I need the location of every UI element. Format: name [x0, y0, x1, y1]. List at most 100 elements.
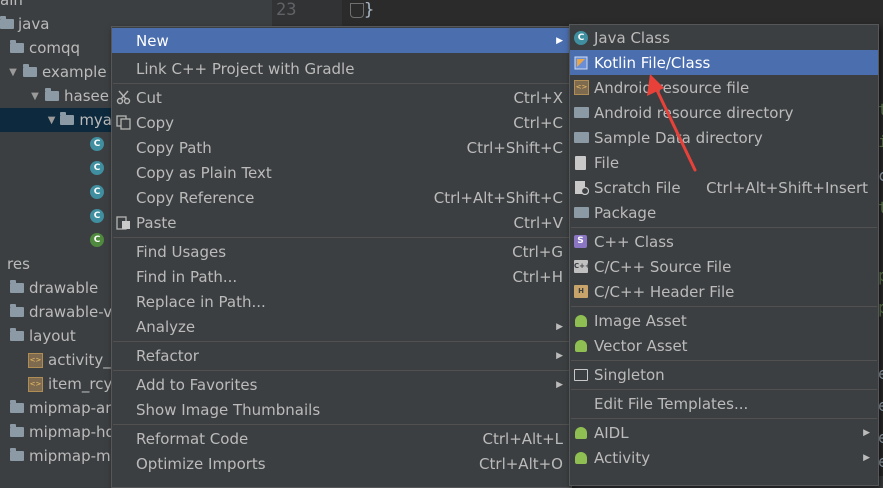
tree-item-mipmap-anydpi[interactable]: mipmap-an	[10, 396, 115, 420]
chevron-down-icon[interactable]: ▼	[28, 91, 42, 102]
menu-item-cpp-class[interactable]: S C++ Class	[570, 229, 878, 254]
kotlin-file-icon	[574, 56, 588, 69]
tree-item-hasee[interactable]: ▼ hasee	[28, 84, 109, 108]
folder-icon	[0, 16, 14, 29]
menu-item-aidl[interactable]: AIDL ▶	[570, 420, 878, 445]
tree-item-res[interactable]: res	[0, 252, 30, 276]
menu-item-label: Show Image Thumbnails	[136, 400, 321, 419]
menu-item-label: Android resource file	[594, 78, 750, 97]
tree-item-mipmap-mdpi[interactable]: mipmap-mo	[10, 444, 120, 468]
menu-item-android-resource-file[interactable]: <> Android resource file	[570, 75, 878, 100]
tree-file-row[interactable]: C	[90, 228, 112, 252]
menu-item-kotlin-file-class[interactable]: Kotlin File/Class	[570, 50, 878, 75]
menu-item-optimize-imports[interactable]: Optimize Imports Ctrl+Alt+O	[112, 451, 571, 476]
menu-item-reformat-code[interactable]: Reformat Code Ctrl+Alt+L	[112, 426, 571, 451]
tree-file-row[interactable]: C	[90, 180, 112, 204]
menu-item-label: Cut	[136, 88, 162, 107]
menu-item-show-image-thumbnails[interactable]: Show Image Thumbnails	[112, 397, 571, 422]
tree-item-main[interactable]: ain	[0, 0, 23, 12]
menu-item-singleton[interactable]: Singleton	[570, 362, 878, 387]
menu-item-label: AIDL	[594, 423, 629, 442]
tree-item-mya-selected[interactable]: ▼ mya	[0, 108, 112, 132]
folder-icon	[10, 280, 24, 293]
tree-item-layout[interactable]: layout	[10, 324, 76, 348]
shortcut-label: Ctrl+Alt+Shift+Insert	[706, 178, 868, 197]
menu-separator	[113, 341, 570, 342]
tree-file-activity-layout[interactable]: <> activity_r	[28, 348, 117, 372]
menu-item-copy[interactable]: Copy Ctrl+C	[112, 110, 571, 135]
class-icon: C	[90, 185, 104, 199]
menu-separator	[113, 370, 570, 371]
menu-item-copy-path[interactable]: Copy Path Ctrl+Shift+C	[112, 135, 571, 160]
line-number: 23	[276, 0, 297, 20]
tree-file-row[interactable]: C	[90, 132, 112, 156]
tree-item-comqq[interactable]: comqq	[10, 36, 80, 60]
folder-icon	[10, 40, 24, 53]
menu-item-vector-asset[interactable]: Vector Asset	[570, 333, 878, 358]
shortcut-label: Ctrl+Alt+Shift+C	[433, 188, 563, 207]
fold-marker-icon[interactable]	[350, 3, 364, 18]
tree-item-label: drawable	[29, 279, 99, 297]
tree-item-label: java	[18, 15, 50, 33]
submenu-arrow-icon: ▶	[556, 35, 563, 46]
menu-item-label: C/C++ Header File	[594, 282, 735, 301]
menu-item-java-class[interactable]: C Java Class	[570, 25, 878, 50]
tree-item-drawable[interactable]: drawable	[10, 276, 98, 300]
class-icon: C	[90, 209, 104, 223]
menu-item-sample-data-directory[interactable]: Sample Data directory	[570, 125, 878, 150]
android-icon	[575, 451, 587, 464]
menu-item-label: C++ Class	[594, 232, 674, 251]
cpp-source-icon: C++	[574, 260, 591, 273]
menu-item-link-cpp[interactable]: Link C++ Project with Gradle	[112, 56, 571, 81]
shortcut-label: Ctrl+C	[513, 113, 563, 132]
tree-item-label: example	[42, 63, 107, 81]
menu-item-edit-file-templates[interactable]: Edit File Templates...	[570, 391, 878, 416]
tree-file-row[interactable]: C	[90, 204, 112, 228]
shortcut-label: Ctrl+Alt+O	[479, 454, 563, 473]
menu-item-cpp-header-file[interactable]: H C/C++ Header File	[570, 279, 878, 304]
folder-icon	[574, 107, 589, 118]
menu-item-image-asset[interactable]: Image Asset	[570, 308, 878, 333]
menu-item-cpp-source-file[interactable]: C++ C/C++ Source File	[570, 254, 878, 279]
menu-item-activity[interactable]: Activity ▶	[570, 445, 878, 470]
cpp-class-icon: S	[574, 235, 587, 248]
menu-item-analyze[interactable]: Analyze ▶	[112, 314, 571, 339]
menu-item-find-usages[interactable]: Find Usages Ctrl+G	[112, 239, 571, 264]
tree-file-item-layout[interactable]: <> item_rcy	[28, 372, 112, 396]
folder-icon	[60, 112, 75, 125]
menu-item-new[interactable]: New ▶	[112, 28, 571, 53]
tree-item-java[interactable]: java	[0, 12, 49, 36]
menu-item-replace-in-path[interactable]: Replace in Path...	[112, 289, 571, 314]
scratch-file-icon	[575, 181, 589, 195]
tree-item-example[interactable]: ▼ example	[6, 60, 107, 84]
menu-item-file[interactable]: File	[570, 150, 878, 175]
menu-item-cut[interactable]: Cut Ctrl+X	[112, 85, 571, 110]
folder-icon	[574, 132, 589, 143]
menu-item-label: Find in Path...	[136, 267, 238, 286]
menu-item-label: File	[594, 153, 620, 172]
tree-item-label: mipmap-an	[29, 399, 115, 417]
menu-item-label: Kotlin File/Class	[594, 53, 711, 72]
tree-item-label: item_rcy	[48, 375, 113, 393]
folder-icon	[10, 328, 24, 341]
tree-item-drawable-v24[interactable]: drawable-v2	[10, 300, 122, 324]
tree-item-label: mipmap-mo	[29, 447, 120, 465]
tree-file-row[interactable]: C	[90, 156, 112, 180]
menu-item-add-to-favorites[interactable]: Add to Favorites ▶	[112, 372, 571, 397]
menu-separator	[113, 83, 570, 84]
chevron-down-icon[interactable]: ▼	[6, 67, 20, 78]
menu-item-find-in-path[interactable]: Find in Path... Ctrl+H	[112, 264, 571, 289]
menu-item-android-resource-directory[interactable]: Android resource directory	[570, 100, 878, 125]
activity-class-icon: C	[90, 233, 104, 247]
menu-item-copy-plain-text[interactable]: Copy as Plain Text	[112, 160, 571, 185]
menu-separator	[571, 418, 877, 419]
menu-item-scratch-file[interactable]: Scratch File Ctrl+Alt+Shift+Insert	[570, 175, 878, 200]
menu-separator	[571, 389, 877, 390]
tree-item-label: drawable-v2	[29, 303, 122, 321]
chevron-down-icon[interactable]: ▼	[46, 115, 57, 126]
menu-item-paste[interactable]: Paste Ctrl+V	[112, 210, 571, 235]
menu-item-copy-reference[interactable]: Copy Reference Ctrl+Alt+Shift+C	[112, 185, 571, 210]
menu-item-package[interactable]: Package	[570, 200, 878, 225]
menu-item-refactor[interactable]: Refactor ▶	[112, 343, 571, 368]
tree-item-mipmap-hdpi[interactable]: mipmap-hd	[10, 420, 115, 444]
